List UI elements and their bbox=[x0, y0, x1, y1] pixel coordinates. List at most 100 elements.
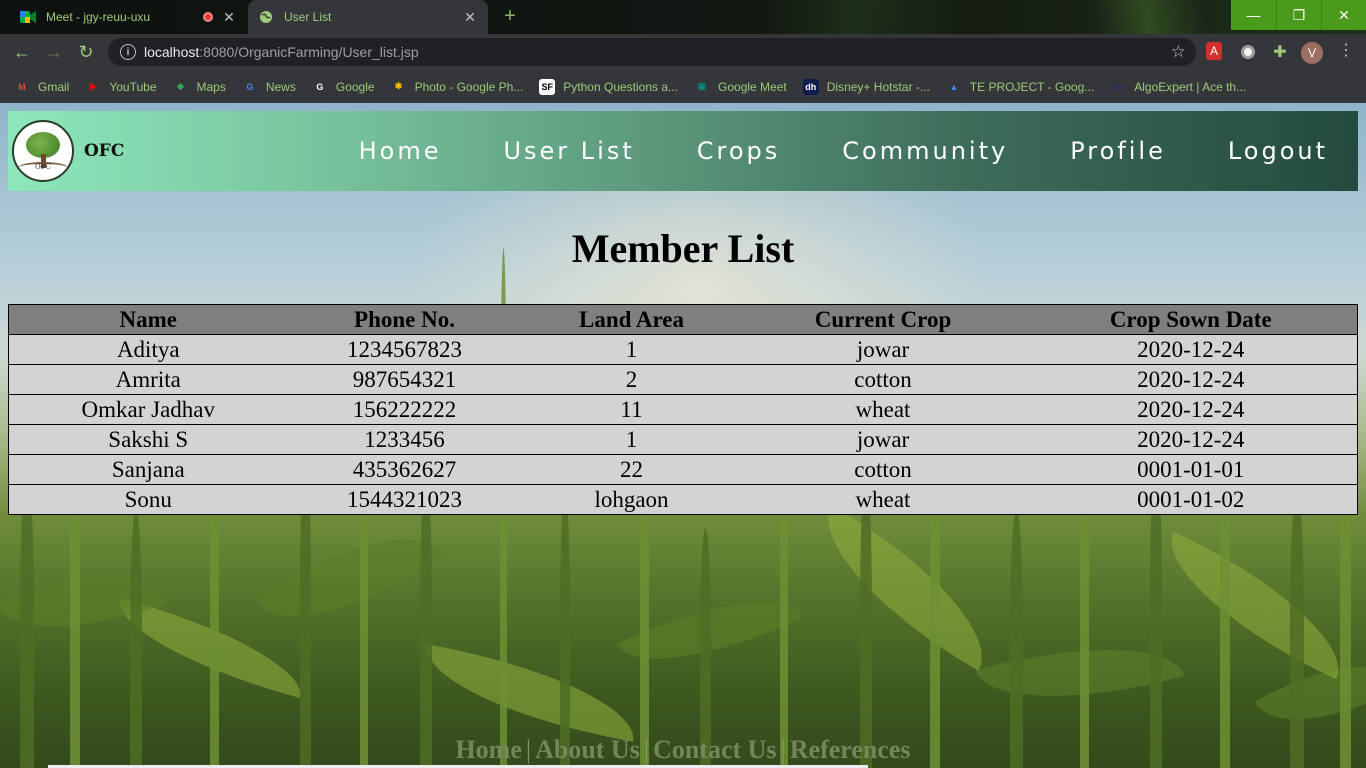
bookmark-label: AlgoExpert | Ace th... bbox=[1134, 79, 1247, 94]
footer-references-link[interactable]: References bbox=[790, 735, 911, 764]
gmail-icon: M bbox=[18, 81, 26, 92]
back-button[interactable]: ← bbox=[10, 40, 34, 64]
extension-circle-icon[interactable] bbox=[1238, 42, 1258, 62]
table-row: Sonu 1544321023 lohgaon wheat 0001-01-02 bbox=[8, 484, 1358, 515]
forward-button[interactable]: → bbox=[42, 40, 66, 64]
site-info-icon[interactable]: i bbox=[120, 44, 136, 60]
bookmark-item[interactable]: ▣ Google Meet bbox=[694, 79, 787, 95]
new-tab-button[interactable]: + bbox=[500, 6, 520, 26]
photos-icon: ✱ bbox=[394, 81, 403, 91]
address-bar[interactable]: i localhost:8080/OrganicFarming/User_lis… bbox=[108, 38, 1196, 66]
table-cell: Sonu bbox=[8, 484, 288, 515]
tab-user-list[interactable]: User List ✕ bbox=[248, 0, 488, 34]
close-tab-icon[interactable]: ✕ bbox=[462, 9, 478, 26]
table-cell: 1544321023 bbox=[287, 484, 522, 515]
table-cell: 1 bbox=[521, 334, 742, 365]
corn-stalk bbox=[700, 528, 711, 768]
nav-logout[interactable]: Logout bbox=[1228, 137, 1328, 165]
corn-stalk bbox=[1290, 488, 1304, 768]
google-meet-icon bbox=[20, 9, 36, 25]
table-cell: 1233456 bbox=[287, 424, 522, 455]
url-path: :8080/OrganicFarming/User_list.jsp bbox=[199, 44, 419, 60]
nav-home[interactable]: Home bbox=[359, 137, 442, 165]
bookmark-item[interactable]: ▲ TE PROJECT - Goog... bbox=[946, 79, 1094, 95]
member-table: Name Phone No. Land Area Current Crop Cr… bbox=[8, 304, 1358, 515]
table-cell: Sanjana bbox=[8, 454, 288, 485]
minimize-button[interactable]: — bbox=[1231, 0, 1276, 30]
column-header: Phone No. bbox=[287, 304, 522, 335]
table-cell: 22 bbox=[521, 454, 742, 485]
table-cell: jowar bbox=[741, 334, 1025, 365]
pdf-extension-icon[interactable]: A bbox=[1206, 42, 1222, 60]
separator: | bbox=[780, 735, 786, 764]
footer-contact-link[interactable]: Contact Us bbox=[653, 735, 777, 764]
restore-button[interactable]: ❐ bbox=[1276, 0, 1321, 30]
table-cell: cotton bbox=[741, 364, 1025, 395]
algoexpert-icon: ◇ bbox=[1114, 81, 1122, 91]
footer-home-link[interactable]: Home bbox=[455, 735, 521, 764]
table-cell: 435362627 bbox=[287, 454, 522, 485]
table-row: Sakshi S 1233456 1 jowar 2020-12-24 bbox=[8, 424, 1358, 455]
table-cell: 2020-12-24 bbox=[1024, 364, 1358, 395]
bookmark-star-icon[interactable]: ☆ bbox=[1171, 42, 1186, 62]
table-cell: 11 bbox=[521, 394, 742, 425]
bookmark-item[interactable]: G News bbox=[242, 79, 296, 95]
bookmark-item[interactable]: ◆ Maps bbox=[173, 79, 226, 95]
separator: | bbox=[643, 735, 650, 764]
tab-title: User List bbox=[284, 10, 332, 24]
nav-user-list[interactable]: User List bbox=[503, 137, 634, 165]
browser-window: Meet - jgy-reuu-uxu ✕ User List ✕ + — ❐ … bbox=[0, 0, 1366, 103]
table-body: Aditya 1234567823 1 jowar 2020-12-24 Amrita 98… bbox=[8, 334, 1358, 515]
reload-button[interactable]: ↻ bbox=[74, 40, 98, 64]
footer-about-link[interactable]: About Us bbox=[535, 735, 640, 764]
youtube-icon: ▶ bbox=[89, 81, 97, 91]
recording-icon bbox=[203, 12, 213, 22]
close-window-button[interactable]: ✕ bbox=[1321, 0, 1366, 30]
table-row: Sanjana 435362627 22 cotton 0001-01-01 bbox=[8, 454, 1358, 485]
column-header: Land Area bbox=[521, 304, 742, 335]
extensions-puzzle-icon[interactable]: ✚ bbox=[1270, 42, 1290, 62]
window-controls: — ❐ ✕ bbox=[1231, 0, 1366, 30]
profile-avatar[interactable]: V bbox=[1301, 42, 1323, 64]
table-header-row: Name Phone No. Land Area Current Crop Cr… bbox=[8, 304, 1358, 335]
bookmark-label: YouTube bbox=[109, 79, 157, 94]
bookmark-item[interactable]: dh Disney+ Hotstar -... bbox=[802, 78, 930, 95]
close-tab-icon[interactable]: ✕ bbox=[221, 9, 237, 26]
table-cell: 2020-12-24 bbox=[1024, 334, 1358, 365]
globe-icon bbox=[258, 9, 274, 25]
corn-leaf bbox=[796, 505, 1014, 671]
browser-menu-icon[interactable]: ⋮ bbox=[1336, 40, 1356, 60]
bookmark-label: Gmail bbox=[38, 79, 70, 94]
bookmarks-bar: M Gmail ▶ YouTube ◆ Maps G News G Google ✱ Photo - … bbox=[0, 70, 1366, 103]
corn-stalk bbox=[560, 488, 570, 768]
browser-toolbar: ← → ↻ i localhost:8080/OrganicFarming/Us… bbox=[0, 34, 1366, 70]
nav-profile[interactable]: Profile bbox=[1070, 137, 1166, 165]
bookmark-item[interactable]: SF Python Questions a... bbox=[539, 78, 678, 95]
bookmark-label: News bbox=[265, 79, 296, 94]
site-navbar: OFC OFC Home User List Crops Community P… bbox=[8, 111, 1358, 191]
table-cell: 1 bbox=[521, 424, 742, 455]
nav-community[interactable]: Community bbox=[842, 137, 1008, 165]
bookmark-item[interactable]: M Gmail bbox=[14, 79, 69, 95]
bookmark-item[interactable]: ▶ YouTube bbox=[85, 79, 157, 95]
table-cell: 2 bbox=[521, 364, 742, 395]
hotstar-icon: dh bbox=[802, 78, 819, 95]
corn-leaf bbox=[416, 644, 644, 742]
page-title: Member List bbox=[571, 226, 795, 271]
tab-title: Meet - jgy-reuu-uxu bbox=[46, 10, 151, 24]
news-icon: G bbox=[246, 81, 254, 92]
bookmark-label: TE PROJECT - Goog... bbox=[969, 79, 1095, 94]
footer-links: Home | About Us | Contact Us | References bbox=[0, 735, 1366, 765]
bookmark-label: Google bbox=[335, 79, 375, 94]
bookmark-item[interactable]: ✱ Photo - Google Ph... bbox=[391, 79, 524, 95]
bookmark-item[interactable]: G Google bbox=[312, 79, 375, 95]
logo-text: OFC bbox=[35, 163, 51, 171]
table-cell: 156222222 bbox=[287, 394, 522, 425]
tab-meet[interactable]: Meet - jgy-reuu-uxu ✕ bbox=[10, 0, 247, 34]
sanfoundry-icon: SF bbox=[539, 78, 556, 95]
ofc-logo[interactable]: OFC bbox=[12, 120, 74, 182]
bookmark-item[interactable]: ◇ AlgoExpert | Ace th... bbox=[1110, 79, 1246, 95]
corn-leaf bbox=[1146, 531, 1364, 680]
table-cell: cotton bbox=[741, 454, 1025, 485]
nav-crops[interactable]: Crops bbox=[697, 137, 781, 165]
